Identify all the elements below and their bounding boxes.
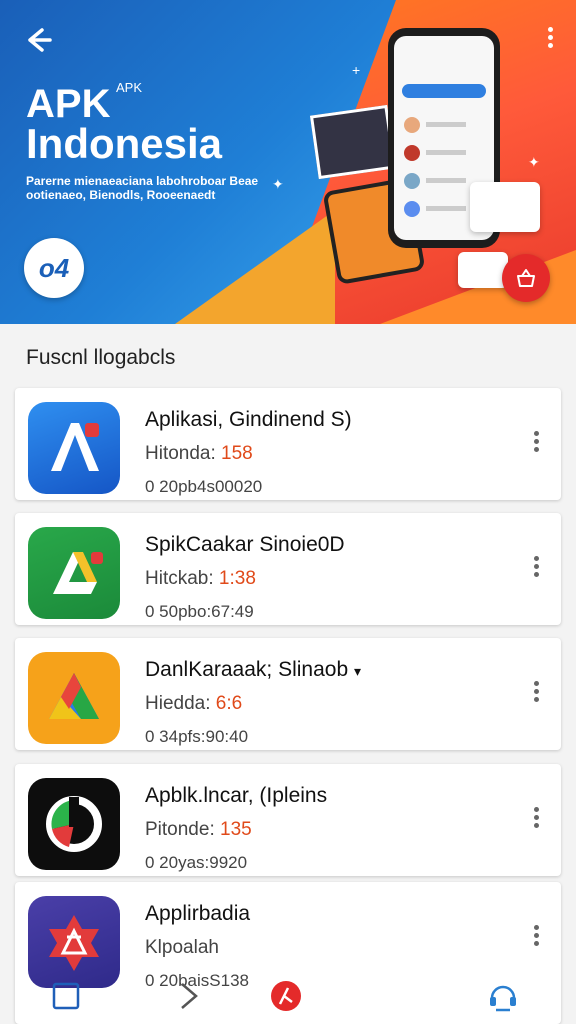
app-meta: Klpoalah (145, 937, 219, 958)
brand-logo-text: o4 (38, 252, 70, 283)
list-item[interactable]: Aplikasi, Gindinend S) Hitonda: 158 0 20… (15, 388, 561, 500)
title-superscript: APK (116, 80, 143, 95)
kebab-menu-icon[interactable] (540, 24, 560, 56)
brand-logo: o4 (24, 238, 84, 298)
more-options-icon[interactable] (531, 428, 541, 458)
square-icon[interactable] (50, 980, 84, 1014)
floating-card-decoration (470, 182, 540, 232)
app-icon (28, 402, 120, 494)
headset-icon[interactable] (486, 980, 520, 1014)
hero-subtitle: Parerne mienaeaciana labohroboar Beae oo… (26, 174, 259, 202)
section-title: Fuscnl llogabcls (26, 346, 176, 369)
app-name: Aplikasi, Gindinend S) (145, 408, 352, 431)
app-date: 0 50pbo:67:49 (145, 602, 254, 621)
app-icon (28, 527, 120, 619)
bottom-navigation (0, 974, 576, 1024)
app-name: Applirbadia (145, 902, 251, 925)
app-name: DanlKaraaak; Slinaob ▾ (145, 658, 362, 681)
more-options-icon[interactable] (531, 553, 541, 583)
app-date: 0 20yas:9920 (145, 853, 248, 872)
chevron-right-icon[interactable] (172, 980, 206, 1014)
app-name: Apblk.lncar, (Ipleins (145, 784, 328, 807)
list-item[interactable]: DanlKaraaak; Slinaob ▾ Hiedda: 6:6 0 34p… (15, 638, 561, 750)
more-options-icon[interactable] (531, 678, 541, 708)
more-options-icon[interactable] (531, 804, 541, 834)
app-meta: Hiedda: 6:6 (145, 693, 243, 714)
sparkle-icon: ✦ (528, 154, 540, 170)
more-options-icon[interactable] (531, 922, 541, 952)
back-arrow-icon[interactable] (22, 24, 54, 56)
hero-yellow-triangle (175, 210, 335, 324)
app-name: SpikCaakar Sinoie0D (145, 533, 345, 556)
sparkle-icon: ✦ (272, 176, 284, 192)
app-meta: Hitckab: 1:38 (145, 568, 256, 589)
app-meta: Pitonde: 135 (145, 819, 252, 840)
shopping-basket-icon[interactable] (502, 254, 550, 302)
app-icon (28, 778, 120, 870)
app-date: 0 34pfs:90:40 (145, 727, 249, 746)
app-icon (28, 652, 120, 744)
list-item[interactable]: Apblk.lncar, (Ipleins Pitonde: 135 0 20y… (15, 764, 561, 876)
floating-card-decoration (458, 252, 508, 288)
title-line2: Indonesia (26, 120, 223, 167)
sparkle-icon: + (352, 62, 361, 78)
list-item[interactable]: SpikCaakar Sinoie0D Hitckab: 1:38 0 50pb… (15, 513, 561, 625)
app-date: 0 20pb4s00020 (145, 477, 263, 496)
hero-banner: APK APK Indonesia Parerne mienaeaciana l… (0, 0, 576, 324)
photo-card-decoration (309, 104, 397, 180)
app-meta: Hitonda: 158 (145, 443, 253, 464)
app-badge-icon[interactable] (270, 980, 304, 1014)
